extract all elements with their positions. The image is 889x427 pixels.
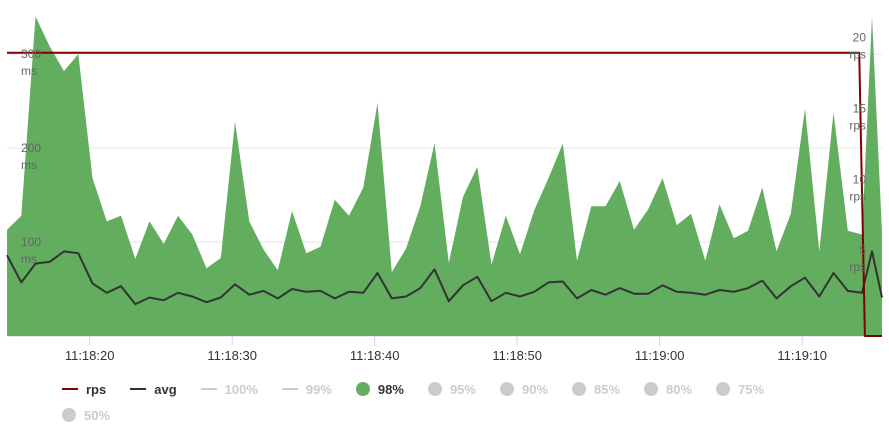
legend-item-100%[interactable]: 100% — [200, 378, 258, 400]
legend-item-80%[interactable]: 80% — [644, 378, 692, 400]
legend-label: 95% — [449, 381, 476, 397]
legend-dot-icon — [355, 382, 370, 396]
legend-label: avg — [154, 381, 177, 397]
legend-item-50%[interactable]: 50% — [62, 404, 110, 426]
right-y-tick-value: 5 — [859, 243, 866, 257]
legend-item-75%[interactable]: 75% — [716, 378, 764, 400]
legend-item-rps[interactable]: rps — [62, 378, 106, 400]
legend-dot-icon — [499, 382, 514, 396]
legend-line-icon — [130, 388, 147, 390]
legend-line-icon — [281, 388, 298, 390]
chart-plot: 11:18:20 11:18:30 11:18:40 11:18:50 11:19:00… — [6, 16, 883, 363]
x-tick-label: 11:19:00 — [635, 348, 685, 363]
legend-label: 85% — [594, 381, 621, 397]
chart-legend: rps avg 100% 99% 98% 95% 90% 85% 80% 75% 50% — [62, 378, 842, 426]
legend-label: 50% — [84, 407, 111, 423]
legend-dot-icon — [644, 382, 659, 396]
legend-dot-icon — [716, 382, 731, 396]
right-y-tick-unit: rps — [849, 48, 866, 62]
series-98-area — [7, 16, 882, 336]
right-y-tick-unit: rps — [849, 260, 866, 274]
left-y-tick-value: 200 — [21, 141, 41, 155]
legend-label: 90% — [521, 381, 549, 397]
x-tick-label: 11:18:20 — [65, 348, 115, 363]
legend-line-icon — [200, 388, 217, 390]
legend-dot-icon — [427, 382, 442, 396]
right-y-tick-unit: rps — [849, 189, 866, 203]
x-tick-label: 11:18:30 — [207, 348, 257, 363]
legend-label: 98% — [377, 381, 404, 397]
left-y-tick-value: 300 — [21, 47, 41, 61]
left-y-tick-value: 100 — [21, 235, 41, 249]
left-y-tick-unit: ms — [21, 64, 37, 78]
legend-item-avg[interactable]: avg — [130, 378, 177, 400]
legend-label: 99% — [305, 381, 332, 397]
legend-item-90%[interactable]: 90% — [499, 378, 549, 400]
legend-item-98%[interactable]: 98% — [355, 378, 404, 400]
legend-item-99%[interactable]: 99% — [281, 378, 332, 400]
right-y-tick-value: 15 — [853, 102, 867, 116]
legend-label: 100% — [224, 381, 258, 397]
legend-label: rps — [86, 381, 107, 397]
legend-dot-icon — [572, 382, 587, 396]
legend-label: 75% — [738, 381, 765, 397]
right-y-tick-unit: rps — [849, 119, 866, 133]
legend-item-85%[interactable]: 85% — [572, 378, 620, 400]
right-y-tick-value: 10 — [853, 172, 867, 186]
area-series-layer — [7, 16, 882, 336]
legend-label: 80% — [666, 381, 693, 397]
x-tick-label: 11:18:50 — [492, 348, 542, 363]
legend-dot-icon — [62, 408, 76, 422]
legend-item-95%[interactable]: 95% — [427, 378, 476, 400]
right-y-tick-value: 20 — [853, 31, 867, 45]
x-tick-label: 11:19:10 — [777, 348, 827, 363]
legend-line-icon — [62, 388, 78, 390]
left-y-tick-unit: ms — [21, 158, 37, 172]
x-tick-label: 11:18:40 — [350, 348, 400, 363]
left-y-tick-unit: ms — [21, 252, 37, 266]
x-axis: 11:18:20 11:18:30 11:18:40 11:18:50 11:19:00… — [65, 336, 827, 363]
